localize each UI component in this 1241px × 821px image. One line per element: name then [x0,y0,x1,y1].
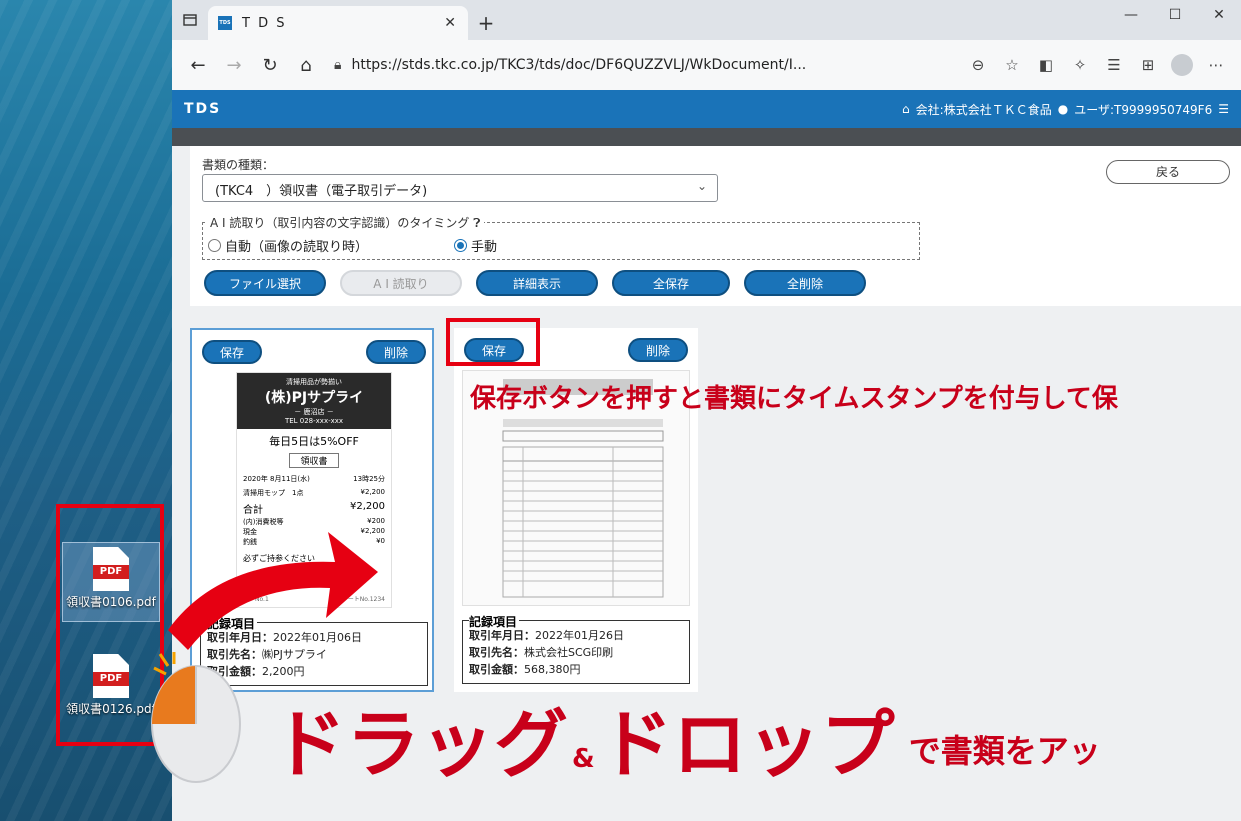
record-items-title: 記録項目 [469,613,520,630]
save-highlight-frame [446,318,540,366]
radio-auto[interactable]: 自動（画像の読取り時） [208,236,368,255]
menu-icon[interactable]: ☰ [1218,102,1229,116]
save-all-button[interactable]: 全保存 [612,270,730,296]
record-partner: 取引先名：株式会社SCG印刷 [469,644,683,661]
radio-auto-label: 自動（画像の読取り時） [225,240,369,255]
header-strip [172,128,1241,146]
receipt-date: 2020年 8月11日(水) [243,475,310,483]
receipt-title: 領収書 [289,453,339,468]
chevron-down-icon: ⌄ [696,179,707,193]
avatar [1171,54,1193,76]
headline-drag: ドラッグ [272,702,568,788]
refresh-icon[interactable]: ↻ [252,49,288,81]
home-icon[interactable]: ⌂ [902,102,910,116]
headline-amp: & [572,744,595,774]
receipt-branch: － 鹿沼店 － [294,408,334,416]
headline-rest: で書類をアッ [908,732,1101,770]
receipt-shop: (株)PJサプライ [264,390,364,406]
radio-manual-circle[interactable] [454,239,467,252]
zoom-icon[interactable]: ⊖ [961,49,995,81]
receipt-tel: TEL 028-xxx-xxx [284,417,344,425]
receipt-time: 13時25分 [353,475,385,483]
tab-title: T D S [242,15,287,31]
close-tab-icon[interactable]: ✕ [444,15,458,31]
file-select-button[interactable]: ファイル選択 [204,270,326,296]
close-window-icon[interactable]: ✕ [1197,0,1241,30]
window-controls: — ☐ ✕ [1109,0,1241,30]
receipt-item: 清掃用モップ 1点 ¥2,200 [237,486,391,500]
address-bar[interactable]: 🔒︎ https://stds.tkc.co.jp/TKC3/tds/doc/D… [324,49,961,81]
add-favorite-icon[interactable]: ☆ [995,49,1029,81]
user-icon: ● [1057,102,1069,116]
collections-icon[interactable]: ⊞ [1131,49,1165,81]
doc-type-label: 書類の種類： [202,158,275,172]
record-date-value: 2022年01月26日 [535,629,624,642]
company-name: 会社:株式会社ＴＫＣ食品 [915,102,1052,117]
save-caption: 保存ボタンを押すと書類にタイムスタンプを付与して保 [470,384,1118,414]
profile-icon[interactable] [1165,49,1199,81]
ai-timing-legend: A I 読取り（取引内容の文字認識）のタイミング ❓︎ [206,214,485,231]
tab-bar: TDS T D S ✕ + — ☐ ✕ [172,0,1241,40]
record-amount: 取引金額：568,380円 [469,661,683,678]
receipt-tagline: 清掃用品が勢揃い [286,378,342,386]
delete-button[interactable]: 削除 [366,340,426,364]
record-date-label: 取引年月日： [469,629,535,642]
tab-actions-icon[interactable] [172,0,208,40]
minimize-icon[interactable]: — [1109,0,1153,30]
ai-timing-legend-text: A I 読取り（取引内容の文字認識）のタイミング [210,216,470,230]
help-icon[interactable]: ❓︎ [473,216,480,230]
receipt-item-name: 清掃用モップ 1点 [243,489,304,497]
maximize-icon[interactable]: ☐ [1153,0,1197,30]
extensions-puzzle-icon[interactable]: ✧ [1063,49,1097,81]
navigation-bar: ← → ↻ ⌂ 🔒︎ https://stds.tkc.co.jp/TKC3/t… [172,40,1241,90]
delete-all-button[interactable]: 全削除 [744,270,866,296]
action-buttons: ファイル選択 A I 読取り 詳細表示 全保存 全削除 [204,270,866,296]
forward-icon[interactable]: → [216,49,252,81]
document-form-panel: 書類の種類： (TKC4 ）領収書（電子取引データ) ⌄ 戻る A I 読取り（… [190,146,1241,306]
extension-icon[interactable]: ◧ [1029,49,1063,81]
app-brand: TDS [184,101,222,117]
home-icon[interactable]: ⌂ [288,49,324,81]
drag-drop-headline: ドラッグ & ドロップ で書類をアッ [272,700,1101,790]
doc-type-select[interactable]: (TKC4 ）領収書（電子取引データ) ⌄ [202,174,718,202]
record-partner-label: 取引先名： [469,646,524,659]
receipt-datetime: 2020年 8月11日(水) 13時25分 [237,472,391,486]
headline-drop: ドロップ [598,702,895,788]
save-button[interactable]: 保存 [202,340,262,364]
record-partner-value: 株式会社SCG印刷 [524,646,614,659]
mouse-icon [151,652,241,783]
user-id: ユーザ:T9999950749F6 [1074,102,1213,117]
new-tab-icon[interactable]: + [468,6,504,40]
lock-icon: 🔒︎ [334,57,342,73]
app-header: TDS ⌂ 会社:株式会社ＴＫＣ食品 ● ユーザ:T9999950749F6 ☰ [172,90,1241,128]
receipt-item-price: ¥2,200 [360,488,386,496]
receipt-header: 清掃用品が勢揃い (株)PJサプライ － 鹿沼店 － TEL 028-xxx-x… [237,373,391,429]
desktop-highlight-frame [56,504,164,746]
ai-read-button[interactable]: A I 読取り [340,270,462,296]
favicon-icon: TDS [218,16,232,30]
radio-manual[interactable]: 手動 [454,236,497,255]
radio-manual-label: 手動 [471,240,498,255]
record-amount-label: 取引金額： [469,663,524,676]
radio-auto-circle[interactable] [208,239,221,252]
url-text: https://stds.tkc.co.jp/TKC3/tds/doc/DF6Q… [351,57,807,73]
browser-tab[interactable]: TDS T D S ✕ [208,6,468,40]
record-items: 記録項目 取引年月日：2022年01月26日 取引先名：株式会社SCG印刷 取引… [462,613,690,684]
drag-arrow-icon [168,532,378,650]
favorites-icon[interactable]: ☰ [1097,49,1131,81]
back-button[interactable]: 戻る [1106,160,1230,184]
delete-button[interactable]: 削除 [628,338,688,362]
back-icon[interactable]: ← [180,49,216,81]
more-icon[interactable]: ⋯ [1199,49,1233,81]
detail-view-button[interactable]: 詳細表示 [476,270,598,296]
record-amount-value: 568,380円 [524,663,581,676]
receipt-promo: 毎日5日は5%OFF [269,435,359,448]
doc-type-value: (TKC4 ）領収書（電子取引データ) [215,184,428,199]
